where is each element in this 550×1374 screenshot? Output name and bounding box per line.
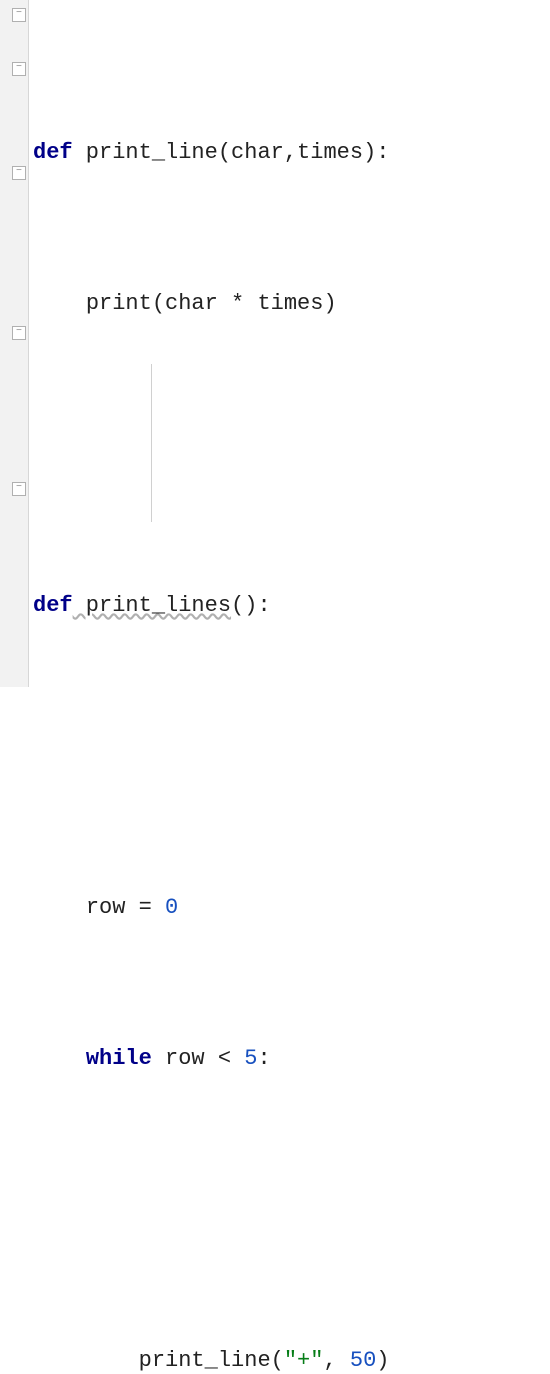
code-text: (char,times): [218, 140, 390, 165]
code-text: : [257, 1046, 270, 1071]
code-line: row = 0 [33, 891, 550, 943]
function-name: print_lines [73, 593, 231, 618]
code-text: ) [376, 1348, 389, 1373]
fold-icon[interactable]: − [12, 326, 26, 340]
function-name: print_line [73, 140, 218, 165]
fold-end-icon[interactable]: − [12, 62, 26, 76]
keyword-def: def [33, 593, 73, 618]
fold-end-icon[interactable]: − [12, 482, 26, 496]
code-editor[interactable]: def print_line(char,times): print(char *… [29, 0, 550, 687]
code-line: def print_line(char,times): [33, 136, 550, 188]
number-literal: 50 [350, 1348, 376, 1373]
fold-icon[interactable]: − [12, 8, 26, 22]
number-literal: 0 [165, 895, 178, 920]
code-text: (char * times) [152, 291, 337, 316]
code-text: row = [86, 895, 165, 920]
builtin-print: print [86, 291, 152, 316]
string-literal: "+" [284, 1348, 324, 1373]
editor-gutter: − − − − − [0, 0, 29, 687]
blank-line [33, 438, 550, 490]
fold-icon[interactable]: − [12, 166, 26, 180]
code-line: while row < 5: [33, 1042, 550, 1094]
blank-line [33, 1193, 550, 1245]
keyword-def: def [33, 140, 73, 165]
code-line: print_line("+", 50) [33, 1344, 550, 1374]
code-text: , [323, 1348, 349, 1373]
code-text: (): [231, 593, 271, 618]
function-call: print_line [139, 1348, 271, 1373]
code-line: print(char * times) [33, 287, 550, 339]
keyword-while: while [86, 1046, 152, 1071]
blank-line [33, 740, 550, 792]
number-literal: 5 [244, 1046, 257, 1071]
code-line: def print_lines(): [33, 589, 550, 641]
code-text: ( [271, 1348, 284, 1373]
code-text: row < [152, 1046, 244, 1071]
